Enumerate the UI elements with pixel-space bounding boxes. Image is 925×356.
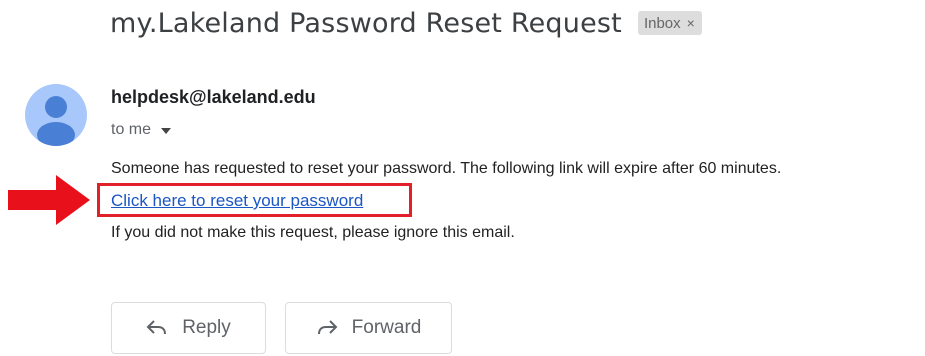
email-subject: my.Lakeland Password Reset Request <box>110 7 622 39</box>
inbox-label-text: Inbox <box>643 14 681 32</box>
sender-avatar[interactable] <box>25 84 87 146</box>
reply-icon <box>146 320 167 335</box>
reply-button[interactable]: Reply <box>111 302 266 354</box>
remove-label-icon[interactable]: × <box>687 15 695 31</box>
person-icon <box>37 96 75 146</box>
reset-password-link[interactable]: Click here to reset your password <box>111 191 363 211</box>
body-line-ignore: If you did not make this request, please… <box>111 224 515 241</box>
body-line-expiry: Someone has requested to reset your pass… <box>111 160 782 177</box>
inbox-label-chip[interactable]: Inbox × <box>637 11 702 35</box>
reply-label: Reply <box>182 317 231 338</box>
forward-label: Forward <box>351 317 422 338</box>
forward-button[interactable]: Forward <box>285 302 452 354</box>
sender-email: helpdesk@lakeland.edu <box>111 87 316 107</box>
caret-down-icon[interactable] <box>161 128 172 134</box>
arrow-right-icon <box>8 175 90 225</box>
subject-row: my.Lakeland Password Reset Request Inbox… <box>110 0 702 46</box>
recipient-line: to me <box>111 121 172 139</box>
forward-icon <box>317 320 338 335</box>
recipient-label: to me <box>111 121 152 138</box>
